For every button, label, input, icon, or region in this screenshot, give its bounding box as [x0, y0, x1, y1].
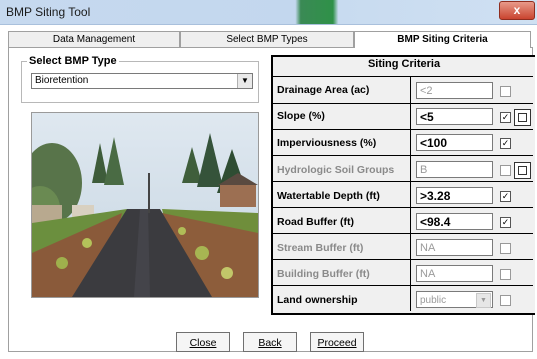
criteria-label-imperviousness: Imperviousness (%): [277, 137, 377, 149]
grid-divider: [273, 76, 533, 77]
close-button-label: Close: [189, 337, 217, 349]
grid-divider: [273, 181, 533, 182]
hydrologic-soil-groups-picker-button[interactable]: [514, 162, 531, 179]
grid-divider: [273, 129, 533, 130]
close-window-button[interactable]: x: [499, 1, 535, 20]
window-title: BMP Siting Tool: [6, 5, 91, 19]
stream-buffer-field[interactable]: NA: [416, 239, 493, 256]
grid-divider: [273, 285, 533, 286]
criteria-label-stream-buffer: Stream Buffer (ft): [277, 242, 364, 254]
bmp-type-group-label: Select BMP Type: [27, 55, 119, 67]
land-ownership-selected: public: [420, 295, 447, 306]
chevron-down-icon[interactable]: ▼: [237, 74, 252, 88]
back-button[interactable]: Back: [243, 332, 297, 352]
hydrologic-soil-groups-checkbox[interactable]: [500, 165, 511, 176]
building-buffer-field[interactable]: NA: [416, 265, 493, 282]
slope-picker-button[interactable]: [514, 109, 531, 126]
road-buffer-field[interactable]: <98.4: [416, 213, 493, 230]
close-icon: x: [513, 3, 521, 17]
close-button[interactable]: Close: [176, 332, 230, 352]
imperviousness-field[interactable]: <100: [416, 134, 493, 151]
tab-data-management[interactable]: Data Management: [8, 31, 180, 47]
criteria-label-slope: Slope (%): [277, 110, 325, 122]
title-bar: BMP Siting Tool x: [0, 0, 537, 25]
stream-buffer-checkbox[interactable]: [500, 243, 511, 254]
tab-select-bmp-types[interactable]: Select BMP Types: [180, 31, 354, 47]
bmp-type-selected: Bioretention: [35, 75, 89, 86]
watertable-depth-checkbox[interactable]: ✓: [500, 191, 511, 202]
criteria-label-watertable-depth: Watertable Depth (ft): [277, 190, 380, 202]
grid-divider: [273, 207, 533, 208]
grid-divider: [273, 233, 533, 234]
land-ownership-dropdown[interactable]: public ▼: [416, 291, 493, 308]
drainage-area-field[interactable]: <2: [416, 82, 493, 99]
criteria-label-road-buffer: Road Buffer (ft): [277, 216, 354, 228]
bmp-photo: [31, 112, 259, 298]
grid-divider: [273, 155, 533, 156]
grid-column-divider: [410, 76, 411, 311]
imperviousness-checkbox[interactable]: ✓: [500, 138, 511, 149]
criteria-label-hydrologic-soil-groups: Hydrologic Soil Groups: [277, 164, 395, 176]
bmp-type-dropdown[interactable]: Bioretention ▼: [31, 73, 253, 89]
bmp-siting-window: BMP Siting Tool x Data Management Select…: [0, 0, 537, 359]
slope-field[interactable]: <5: [416, 108, 493, 125]
siting-criteria-title: Siting Criteria: [367, 58, 441, 70]
slope-checkbox[interactable]: ✓: [500, 112, 511, 123]
back-button-label: Back: [258, 337, 282, 349]
tab-select-bmp-types-label: Select BMP Types: [226, 34, 308, 45]
chevron-down-icon[interactable]: ▼: [476, 293, 491, 308]
grid-divider: [273, 259, 533, 260]
drainage-area-checkbox[interactable]: [500, 86, 511, 97]
tab-data-management-label: Data Management: [52, 34, 136, 45]
proceed-button[interactable]: Proceed: [310, 332, 364, 352]
criteria-label-drainage-area: Drainage Area (ac): [277, 84, 370, 96]
criteria-label-building-buffer: Building Buffer (ft): [277, 268, 370, 280]
tab-strip: Data Management Select BMP Types BMP Sit…: [8, 31, 531, 48]
proceed-button-label: Proceed: [317, 337, 357, 349]
road-buffer-checkbox[interactable]: ✓: [500, 217, 511, 228]
tab-bmp-siting-criteria[interactable]: BMP Siting Criteria: [354, 31, 531, 48]
land-ownership-checkbox[interactable]: [500, 295, 511, 306]
criteria-label-land-ownership: Land ownership: [277, 294, 358, 306]
bioretention-street-image: [32, 113, 258, 297]
grid-divider: [273, 103, 533, 104]
hydrologic-soil-groups-field[interactable]: B: [416, 161, 493, 178]
tab-bmp-siting-criteria-label: BMP Siting Criteria: [397, 34, 488, 45]
building-buffer-checkbox[interactable]: [500, 269, 511, 280]
watertable-depth-field[interactable]: >3.28: [416, 187, 493, 204]
